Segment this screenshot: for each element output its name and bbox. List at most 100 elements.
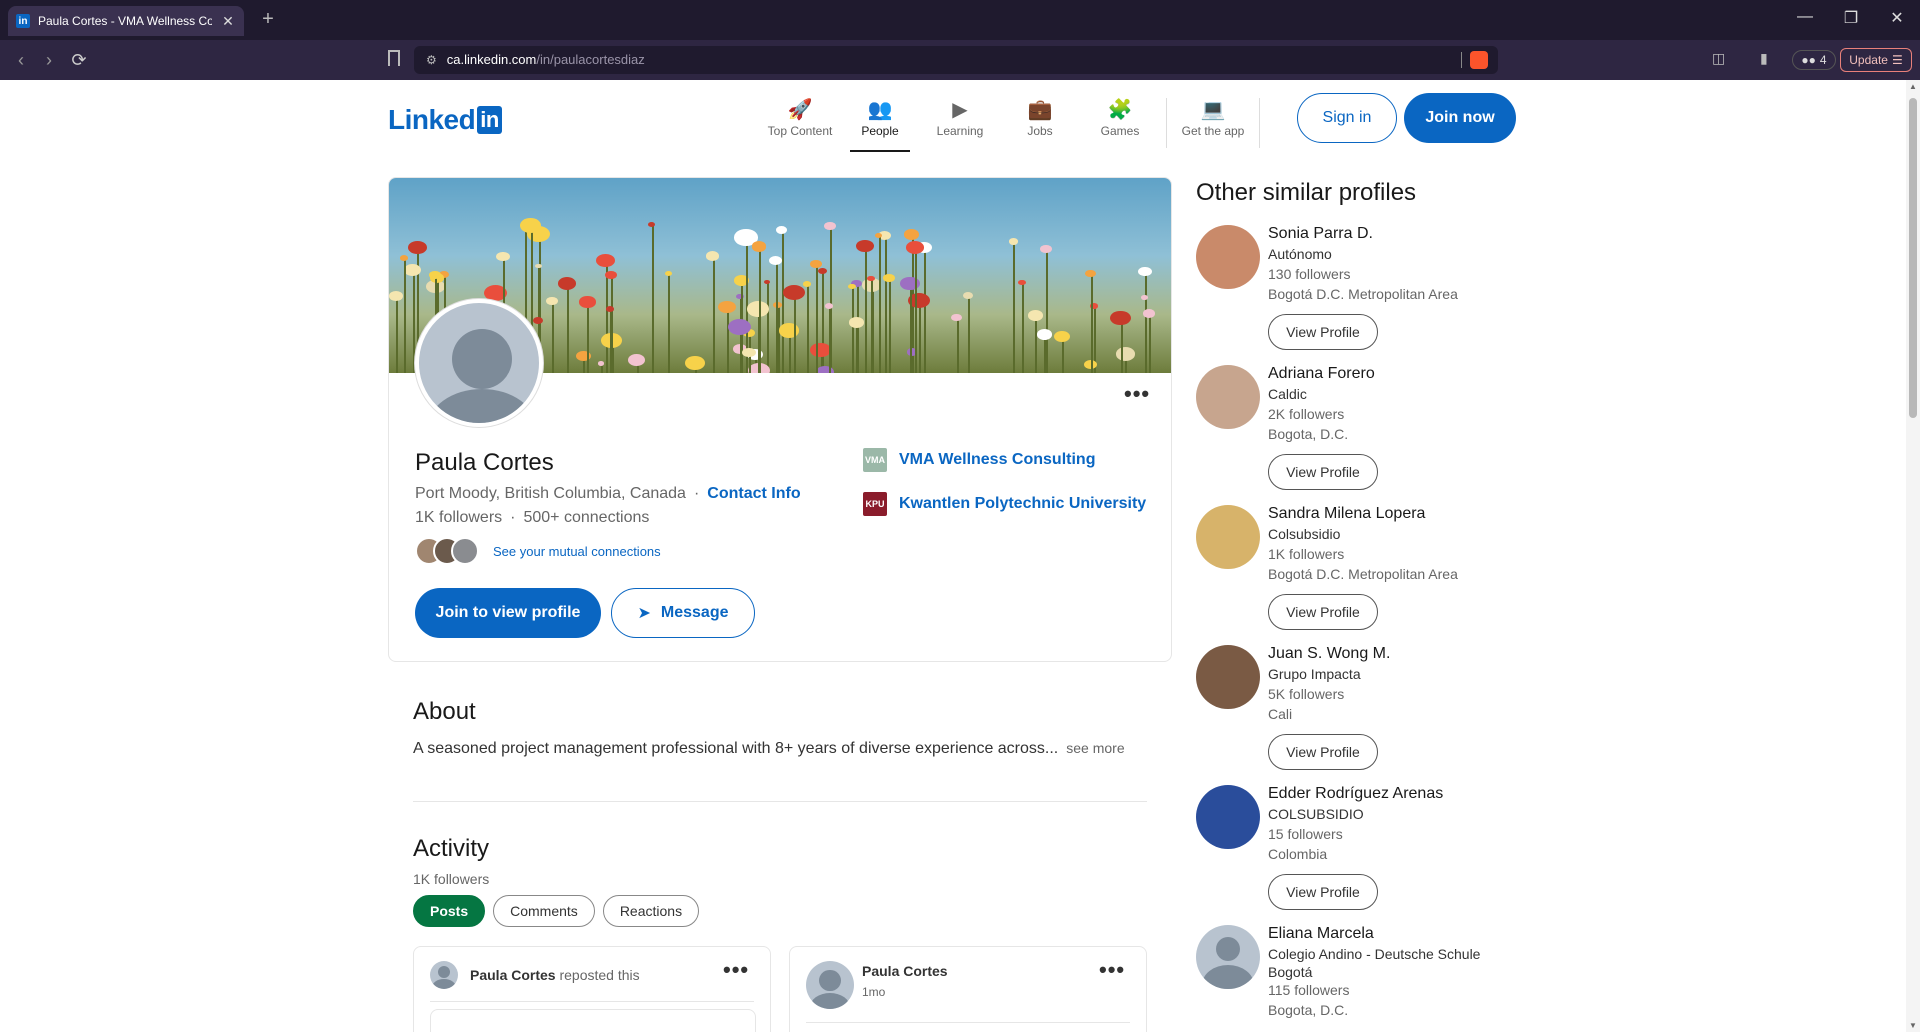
post-avatar (430, 961, 458, 989)
message-button[interactable]: ➤ Message (611, 588, 755, 638)
mutual-connections-link[interactable]: See your mutual connections (493, 544, 661, 559)
similar-profile: Adriana Forero Caldic 2K followers Bogot… (1196, 365, 1526, 495)
bookmark-icon[interactable] (388, 50, 400, 66)
brave-shield-icon[interactable] (1470, 51, 1488, 69)
profile-avatar[interactable] (1196, 785, 1260, 849)
similar-profile-headline: Colsubsidio (1268, 526, 1341, 542)
menu-icon: ☰ (1891, 53, 1903, 67)
view-profile-button[interactable]: View Profile (1268, 734, 1378, 770)
nav-top-content[interactable]: 🚀 Top Content (760, 98, 840, 146)
contact-info-link[interactable]: Contact Info (707, 485, 800, 503)
similar-profile-headline: Colegio Andino - Deutsche Schule (1268, 946, 1481, 962)
linkedin-favicon-icon: in (16, 14, 30, 28)
site-settings-icon[interactable]: ⚙ (426, 53, 437, 67)
profile-connections: 500+ connections (523, 509, 650, 526)
scrollbar-thumb[interactable] (1909, 98, 1917, 418)
view-profile-button[interactable]: View Profile (1268, 874, 1378, 910)
reposted-content[interactable] (430, 1009, 756, 1032)
sidebar-toggle-icon[interactable]: ▮ (1760, 50, 1768, 67)
browser-tab[interactable]: in Paula Cortes - VMA Wellness Co ✕ (8, 6, 244, 36)
new-tab-icon[interactable]: + (256, 8, 280, 31)
experience-kpu[interactable]: KPU Kwantlen Polytechnic University (863, 492, 1146, 516)
mutual-connections[interactable]: See your mutual connections (415, 537, 661, 565)
nav-label: People (861, 124, 899, 138)
similar-profile-name[interactable]: Eliana Marcela (1268, 925, 1374, 943)
tab-close-icon[interactable]: ✕ (220, 13, 236, 30)
nav-games[interactable]: 🧩 Games (1080, 98, 1160, 146)
rocket-icon: 🚀 (787, 99, 813, 121)
join-now-button[interactable]: Join now (1404, 93, 1516, 143)
post-author[interactable]: Paula Cortes (862, 963, 948, 979)
separator-dot: · (693, 485, 700, 502)
similar-profile-name[interactable]: Juan S. Wong M. (1268, 645, 1390, 663)
scroll-up-icon[interactable]: ▲ (1908, 82, 1918, 91)
post-more-icon[interactable]: ••• (1099, 957, 1125, 983)
url-separator (1461, 52, 1462, 68)
activity-post[interactable]: Paula Cortes reposted this ••• (413, 946, 771, 1032)
linkedin-logo[interactable]: Linked in (388, 104, 502, 136)
company-logo-icon: VMA (863, 448, 887, 472)
similar-profile-name[interactable]: Sandra Milena Lopera (1268, 505, 1425, 523)
profile-location: Port Moody, British Columbia, Canada (415, 485, 686, 502)
url-field[interactable]: ⚙ ca.linkedin.com/in/paulacortesdiaz (414, 46, 1498, 74)
similar-profile-followers: 115 followers (1268, 982, 1350, 998)
nav-learning[interactable]: ▶ Learning (920, 98, 1000, 146)
similar-profile-name[interactable]: Edder Rodríguez Arenas (1268, 785, 1443, 803)
similar-profile: Edder Rodríguez Arenas COLSUBSIDIO 15 fo… (1196, 785, 1526, 915)
minimize-icon[interactable]: — (1790, 8, 1820, 26)
view-profile-button[interactable]: View Profile (1268, 454, 1378, 490)
join-to-view-profile-button[interactable]: Join to view profile (415, 588, 601, 638)
activity-post[interactable]: Paula Cortes 1mo ••• (789, 946, 1147, 1032)
similar-profile-name[interactable]: Adriana Forero (1268, 365, 1375, 383)
profile-avatar[interactable] (1196, 225, 1260, 289)
see-more-link[interactable]: see more (1066, 740, 1124, 756)
similar-profile-location: Cali (1268, 706, 1293, 722)
similar-profile-followers: 2K followers (1268, 406, 1345, 422)
puzzle-icon: 🧩 (1107, 99, 1133, 121)
forward-icon[interactable]: › (38, 50, 60, 71)
nav-get-the-app[interactable]: 💻 Get the app (1173, 98, 1253, 146)
sign-in-button[interactable]: Sign in (1297, 93, 1397, 143)
leo-ai-icon[interactable]: ◫ (1712, 50, 1725, 67)
post-action: reposted this (559, 967, 640, 983)
url-path: /in/paulacortesdiaz (536, 52, 645, 67)
view-profile-button[interactable]: View Profile (1268, 594, 1378, 630)
more-options-icon[interactable]: ••• (1124, 381, 1150, 407)
restore-icon[interactable]: ❐ (1836, 8, 1866, 28)
reload-icon[interactable]: ⟳ (68, 50, 90, 71)
post-more-icon[interactable]: ••• (723, 957, 749, 983)
similar-profile: Eliana Marcela Colegio Andino - Deutsche… (1196, 925, 1526, 1032)
experience-vma[interactable]: VMA VMA Wellness Consulting (863, 448, 1095, 472)
update-button[interactable]: Update ☰ (1840, 48, 1912, 72)
nav-label: Games (1100, 124, 1140, 138)
similar-profile-headline-line2: Bogotá (1268, 964, 1313, 980)
profile-followers: 1K followers (415, 509, 503, 526)
divider (413, 801, 1147, 802)
profile-avatar[interactable] (1196, 365, 1260, 429)
post-divider (430, 1001, 754, 1002)
extensions-button[interactable]: ●● 4 (1792, 50, 1836, 70)
nav-jobs[interactable]: 💼 Jobs (1000, 98, 1080, 146)
profile-avatar[interactable] (1196, 505, 1260, 569)
nav-divider (1259, 98, 1260, 148)
tab-comments[interactable]: Comments (493, 895, 595, 927)
people-icon: 👥 (867, 99, 893, 121)
nav-people[interactable]: 👥 People (840, 98, 920, 152)
learning-icon: ▶ (952, 99, 968, 121)
update-label: Update (1849, 53, 1888, 67)
post-author[interactable]: Paula Cortes (470, 967, 556, 983)
view-profile-button[interactable]: View Profile (1268, 314, 1378, 350)
page-scrollbar[interactable]: ▲ ▼ (1906, 80, 1920, 1032)
tab-reactions[interactable]: Reactions (602, 895, 700, 927)
back-icon[interactable]: ‹ (10, 50, 32, 71)
about-summary: A seasoned project management profession… (413, 740, 1125, 758)
close-window-icon[interactable]: ✕ (1882, 8, 1912, 28)
profile-avatar[interactable] (1196, 645, 1260, 709)
activity-title: Activity (413, 835, 490, 862)
similar-profile-headline: COLSUBSIDIO (1268, 806, 1364, 822)
tab-posts[interactable]: Posts (413, 895, 486, 927)
profile-name: Paula Cortes (415, 449, 554, 476)
scroll-down-icon[interactable]: ▼ (1908, 1021, 1918, 1030)
similar-profile-name[interactable]: Sonia Parra D. (1268, 225, 1373, 243)
profile-avatar[interactable] (1196, 925, 1260, 989)
